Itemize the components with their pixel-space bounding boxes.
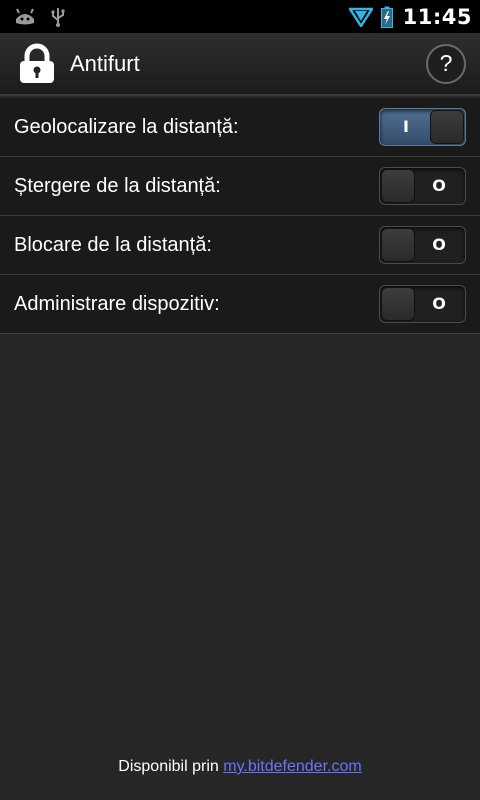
setting-row-remote-wipe: Ștergere de la distanță: O xyxy=(0,157,480,216)
toggle-state-label: O xyxy=(432,176,446,195)
status-bar: 11:45 xyxy=(0,0,480,33)
status-right: 11:45 xyxy=(341,5,472,29)
toggle-state-label: I xyxy=(403,117,409,136)
footer: Disponibil prin my.bitdefender.com xyxy=(0,758,480,776)
battery-charging-icon xyxy=(380,6,393,28)
remote-wipe-toggle[interactable]: O xyxy=(379,167,466,205)
padlock-icon xyxy=(16,43,58,85)
status-left xyxy=(14,6,80,28)
setting-row-geolocation: Geolocalizare la distanță: I xyxy=(0,98,480,157)
setting-label: Administrare dispozitiv: xyxy=(14,292,220,315)
help-icon: ? xyxy=(439,50,453,76)
toggle-knob xyxy=(381,287,415,321)
toggle-state-label: O xyxy=(432,235,446,254)
remote-lock-toggle[interactable]: O xyxy=(379,226,466,264)
geolocation-toggle[interactable]: I xyxy=(379,108,466,146)
status-clock: 11:45 xyxy=(402,4,472,29)
help-button[interactable]: ? xyxy=(426,43,466,84)
footer-prefix: Disponibil prin xyxy=(118,758,219,775)
android-debug-icon xyxy=(14,7,36,27)
device-admin-toggle[interactable]: O xyxy=(379,285,466,323)
setting-row-remote-lock: Blocare de la distanță: O xyxy=(0,216,480,275)
setting-label: Blocare de la distanță: xyxy=(14,233,212,256)
toggle-knob xyxy=(381,169,415,203)
toggle-state-label: O xyxy=(432,294,446,313)
wifi-signal-icon xyxy=(348,7,373,27)
page-title: Antifurt xyxy=(70,50,140,76)
toggle-knob xyxy=(430,110,464,144)
setting-row-device-admin: Administrare dispozitiv: O xyxy=(0,275,480,334)
bitdefender-link[interactable]: my.bitdefender.com xyxy=(223,758,361,775)
settings-list: Geolocalizare la distanță: I Ștergere de… xyxy=(0,98,480,334)
setting-label: Geolocalizare la distanță: xyxy=(14,115,239,138)
usb-icon xyxy=(50,6,66,28)
setting-label: Ștergere de la distanță: xyxy=(14,174,221,197)
toggle-knob xyxy=(381,228,415,262)
action-bar: Antifurt ? xyxy=(0,33,480,96)
